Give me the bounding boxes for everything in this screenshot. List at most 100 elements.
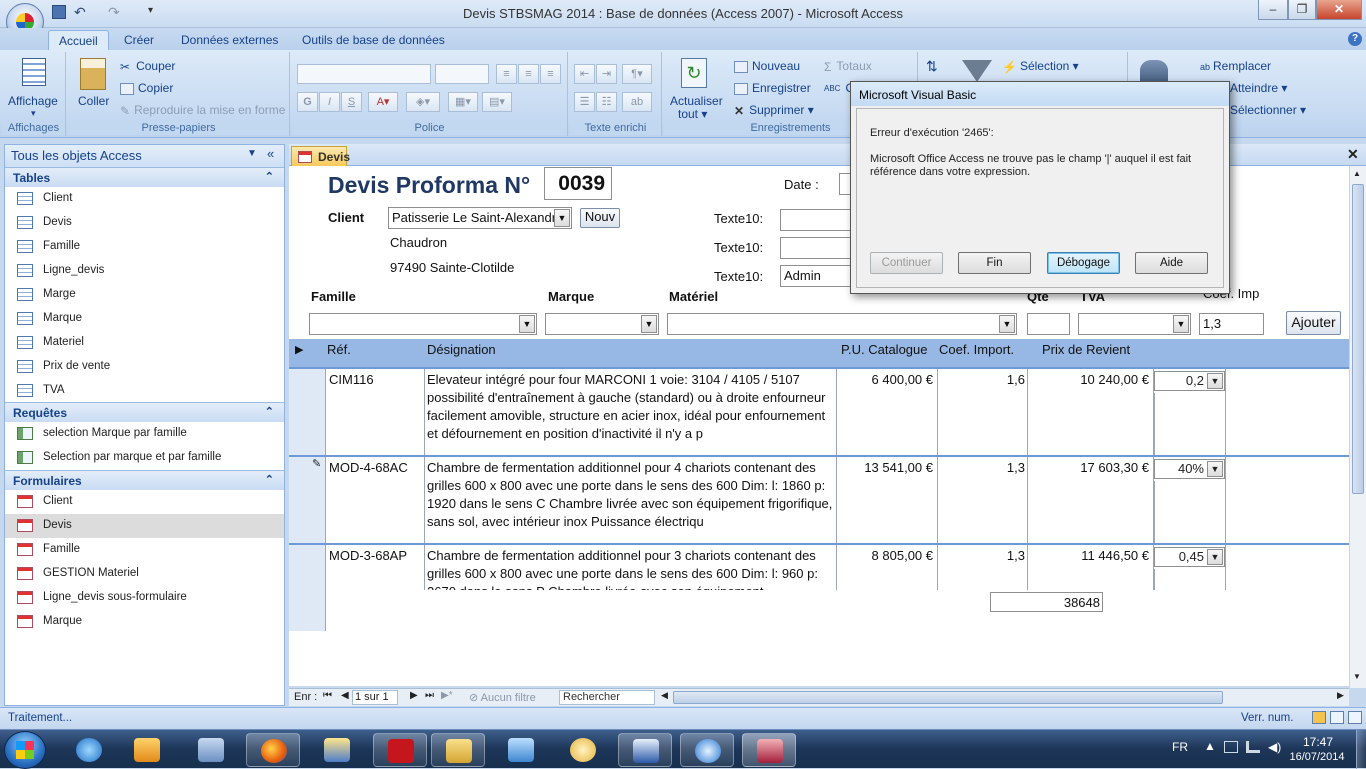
qte-field[interactable]	[1027, 313, 1070, 335]
font-color-button[interactable]: A▾	[368, 92, 398, 112]
nav-form-client[interactable]: Client	[5, 490, 284, 514]
taskbar-access[interactable]	[742, 733, 796, 767]
save-icon[interactable]	[52, 5, 66, 19]
marge-combo[interactable]: 0,2 ▼	[1154, 371, 1225, 391]
cell-prix-revient[interactable]: 10 240,00 €	[1029, 369, 1153, 455]
taskbar-firefox[interactable]	[246, 733, 300, 767]
couper-button[interactable]: ✂ Couper	[120, 59, 175, 74]
redo-icon[interactable]: ↷	[108, 4, 120, 21]
vertical-scroll-thumb[interactable]	[1352, 184, 1364, 494]
next-record-icon[interactable]: ▶	[410, 690, 418, 701]
selectionner-button[interactable]: Sélectionner ▾	[1230, 103, 1306, 117]
nouveau-button[interactable]: Nouveau	[734, 59, 800, 73]
gridlines-button[interactable]: ▦▾	[448, 92, 478, 112]
horizontal-scroll-thumb[interactable]	[673, 691, 1223, 704]
dropdown-arrow-icon[interactable]: ▼	[554, 209, 570, 227]
nav-table-client[interactable]: Client	[5, 187, 284, 211]
dropdown-arrow-icon[interactable]: ▼	[519, 315, 535, 333]
font-size-combo[interactable]	[435, 64, 489, 84]
bullets-button[interactable]: ☰	[574, 92, 595, 112]
nav-section-formulaires[interactable]: Formulaires ⌃	[5, 470, 284, 490]
table-row[interactable]: CIM116 Elevateur intégré pour four MARCON…	[289, 367, 1349, 455]
new-record-nav-icon[interactable]: ▶*	[441, 690, 453, 701]
marge-combo[interactable]: 0,45 ▼	[1154, 547, 1225, 567]
nav-table-marque[interactable]: Marque	[5, 307, 284, 331]
taskbar-media-player[interactable]	[120, 733, 174, 767]
doc-tab-devis[interactable]: Devis	[291, 146, 350, 166]
debogage-button[interactable]: Débogage	[1047, 252, 1120, 274]
cell-coef-import[interactable]: 1,3	[939, 545, 1029, 590]
cell-ref[interactable]: CIM116	[327, 369, 423, 455]
paragraph-button[interactable]: ¶▾	[622, 64, 652, 84]
clock-date[interactable]: 16/07/2014	[1282, 751, 1352, 763]
nav-form-famille[interactable]: Famille	[5, 538, 284, 562]
taskbar-app[interactable]	[184, 733, 238, 767]
marge-combo[interactable]: 40% ▼	[1154, 459, 1225, 479]
nav-table-materiel[interactable]: Materiel	[5, 331, 284, 355]
vertical-scrollbar[interactable]: ▲ ▼	[1349, 166, 1366, 688]
continuer-button[interactable]: Continuer	[870, 252, 943, 274]
cell-coef-import[interactable]: 1,3	[939, 457, 1029, 543]
show-desktop-button[interactable]	[1356, 730, 1366, 769]
quick-access-menu-icon[interactable]: ▾	[148, 5, 153, 16]
dropdown-arrow-icon[interactable]: ▼	[641, 315, 657, 333]
dropdown-arrow-icon[interactable]: ▼	[1173, 315, 1189, 333]
cell-prix-revient[interactable]: 11 446,50 €	[1029, 545, 1153, 590]
taskbar-explorer[interactable]	[431, 733, 485, 767]
help-icon[interactable]: ?	[1348, 32, 1362, 46]
align-center-button[interactable]: ≡	[518, 64, 539, 84]
nouv-button[interactable]: Nouv	[580, 208, 620, 228]
cell-designation[interactable]: Chambre de fermentation additionnel pour…	[425, 457, 835, 543]
table-row[interactable]: ✎ MOD-4-68AC Chambre de fermentation addit…	[289, 455, 1349, 543]
highlight-button[interactable]: ab	[622, 92, 652, 112]
materiel-combo[interactable]: ▼	[667, 313, 1017, 335]
taskbar-ie[interactable]	[62, 733, 116, 767]
supprimer-button[interactable]: ✕ Supprimer ▾	[734, 103, 814, 118]
tab-creer[interactable]: Créer	[114, 30, 164, 50]
reproduire-button[interactable]: ✎ Reproduire la mise en forme	[120, 103, 285, 118]
actualiser-tout-label[interactable]: tout ▾	[678, 107, 707, 121]
actualiser-button[interactable]: Actualiser	[670, 94, 723, 108]
taskbar-network-app[interactable]	[310, 733, 364, 767]
famille-combo[interactable]: ▼	[309, 313, 537, 335]
filter-status[interactable]: ⊘ Aucun filtre	[469, 691, 536, 704]
cell-pu-catalogue[interactable]: 13 541,00 €	[837, 457, 937, 543]
close-document-icon[interactable]: ✕	[1347, 146, 1359, 163]
nav-collapse-icon[interactable]: «	[267, 146, 274, 161]
undo-icon[interactable]: ↶	[74, 4, 86, 21]
dropdown-arrow-icon[interactable]: ▼	[999, 315, 1015, 333]
align-left-button[interactable]: ≡	[496, 64, 517, 84]
cell-designation[interactable]: Elevateur intégré pour four MARCONI 1 vo…	[425, 369, 835, 455]
first-record-icon[interactable]: ⏮	[323, 690, 332, 701]
collapse-chevron-icon[interactable]: ⌃	[265, 473, 274, 486]
devis-number-field[interactable]: 0039	[544, 167, 612, 200]
nav-form-marque[interactable]: Marque	[5, 610, 284, 634]
scroll-up-icon[interactable]: ▲	[1353, 169, 1361, 178]
record-position-field[interactable]: 1 sur 1	[352, 690, 398, 705]
nav-dropdown-icon[interactable]: ▼	[247, 148, 257, 159]
taskbar-word[interactable]	[618, 733, 672, 767]
nav-form-devis[interactable]: Devis	[5, 514, 284, 538]
total-field[interactable]: 38648	[990, 592, 1103, 612]
clock-time[interactable]: 17:47	[1296, 735, 1340, 749]
action-center-icon[interactable]	[1224, 741, 1238, 753]
table-row[interactable]: MOD-3-68AP Chambre de fermentation additi…	[289, 543, 1349, 631]
search-field[interactable]: Rechercher	[559, 690, 655, 705]
taskbar-clock-app[interactable]	[556, 733, 610, 767]
nav-query-selection-marque-par-famille[interactable]: selection Marque par famille	[5, 422, 284, 446]
taskbar-control-panel[interactable]	[494, 733, 548, 767]
texte10-field-2[interactable]	[780, 237, 851, 259]
selection-filter-button[interactable]: ⚡ Sélection ▾	[1002, 59, 1079, 74]
cell-designation[interactable]: Chambre de fermentation additionnel pour…	[425, 545, 835, 590]
nav-table-ligne-devis[interactable]: Ligne_devis	[5, 259, 284, 283]
tab-donnees-externes[interactable]: Données externes	[171, 30, 288, 50]
taskbar-filezilla[interactable]	[373, 733, 427, 767]
maximize-button[interactable]: ❐	[1288, 0, 1316, 20]
collapse-chevron-icon[interactable]: ⌃	[265, 405, 274, 418]
prev-record-icon[interactable]: ◀	[341, 690, 349, 701]
enregistrer-button[interactable]: Enregistrer	[734, 81, 811, 95]
collapse-chevron-icon[interactable]: ⌃	[265, 170, 274, 183]
font-name-combo[interactable]	[297, 64, 431, 84]
nav-section-requetes[interactable]: Requêtes ⌃	[5, 402, 284, 422]
nav-form-ligne-devis-sous-formulaire[interactable]: Ligne_devis sous-formulaire	[5, 586, 284, 610]
